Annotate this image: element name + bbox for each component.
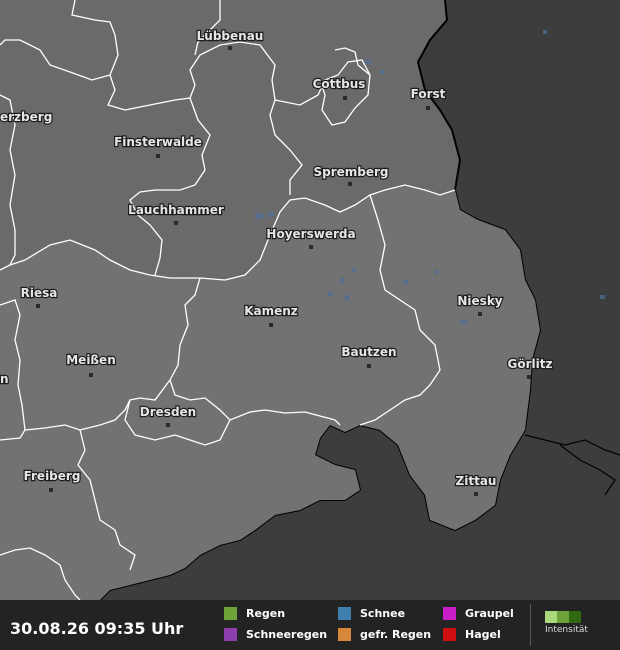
legend-item-regen: Regen	[224, 607, 285, 620]
city-dot	[36, 304, 40, 308]
city-label-cottbus[interactable]: Cottbus	[311, 76, 366, 92]
city-label-erzberg[interactable]: erzberg	[0, 109, 53, 125]
schnee-swatch	[338, 607, 351, 620]
city-label-lauchhammer[interactable]: Lauchhammer	[127, 202, 225, 218]
legend-divider	[530, 604, 531, 646]
city-label-finsterwalde[interactable]: Finsterwalde	[113, 134, 203, 150]
city-label-kamenz[interactable]: Kamenz	[243, 303, 299, 319]
map-canvas: Lübbenau Cottbus Forst erzberg Finsterwa…	[0, 0, 620, 601]
legend-item-graupel: Graupel	[443, 607, 514, 620]
legend-label: Regen	[246, 607, 286, 620]
city-dot	[527, 375, 531, 379]
city-label-hoyerswerda[interactable]: Hoyerswerda	[265, 226, 357, 242]
city-dot	[174, 221, 178, 225]
intensity-bar-medium	[557, 611, 569, 623]
city-dot	[426, 106, 430, 110]
city-label-goerlitz[interactable]: Görlitz	[506, 356, 553, 372]
intensity-bar-heavy	[569, 611, 581, 623]
city-dot	[89, 373, 93, 377]
intensity-bars	[545, 611, 595, 623]
city-dot	[478, 312, 482, 316]
intensity-scale: Intensität	[545, 611, 595, 635]
intensity-bar-light	[545, 611, 557, 623]
city-dot	[348, 182, 352, 186]
city-label-spremberg[interactable]: Spremberg	[312, 164, 389, 180]
legend-label: Hagel	[465, 628, 501, 641]
regen-swatch	[224, 607, 237, 620]
city-label-meissen[interactable]: Meißen	[65, 352, 117, 368]
graupel-swatch	[443, 607, 456, 620]
legend-label: Graupel	[465, 607, 514, 620]
legend-label: Schnee	[360, 607, 406, 620]
city-label-luebbenau[interactable]: Lübbenau	[195, 28, 264, 44]
legend-label: gefr. Regen	[360, 628, 432, 641]
city-dot	[309, 245, 313, 249]
schneeregen-swatch	[224, 628, 237, 641]
timestamp: 30.08.26 09:35 Uhr	[10, 619, 184, 638]
legend-item-gefr-regen: gefr. Regen	[338, 628, 431, 641]
intensity-label: Intensität	[545, 625, 588, 635]
city-label-freiberg[interactable]: Freiberg	[22, 468, 81, 484]
city-dot	[343, 96, 347, 100]
hagel-swatch	[443, 628, 456, 641]
city-label-partial-n[interactable]: n	[0, 371, 10, 387]
city-dot	[269, 323, 273, 327]
city-label-forst[interactable]: Forst	[409, 86, 446, 102]
city-dot	[156, 154, 160, 158]
legend-item-schnee: Schnee	[338, 607, 405, 620]
city-label-riesa[interactable]: Riesa	[19, 285, 58, 301]
city-label-niesky[interactable]: Niesky	[456, 293, 504, 309]
city-dot	[166, 423, 170, 427]
city-dot	[474, 492, 478, 496]
legend-bar: 30.08.26 09:35 Uhr Regen Schneeregen Sch…	[0, 600, 620, 650]
city-dot	[49, 488, 53, 492]
weather-radar-map[interactable]: Lübbenau Cottbus Forst erzberg Finsterwa…	[0, 0, 620, 601]
legend-item-hagel: Hagel	[443, 628, 501, 641]
city-label-zittau[interactable]: Zittau	[454, 473, 497, 489]
legend-item-schneeregen: Schneeregen	[224, 628, 327, 641]
city-label-bautzen[interactable]: Bautzen	[340, 344, 398, 360]
legend-label: Schneeregen	[246, 628, 328, 641]
gefr-regen-swatch	[338, 628, 351, 641]
city-dot	[367, 364, 371, 368]
city-dot	[228, 46, 232, 50]
city-label-dresden[interactable]: Dresden	[139, 404, 198, 420]
